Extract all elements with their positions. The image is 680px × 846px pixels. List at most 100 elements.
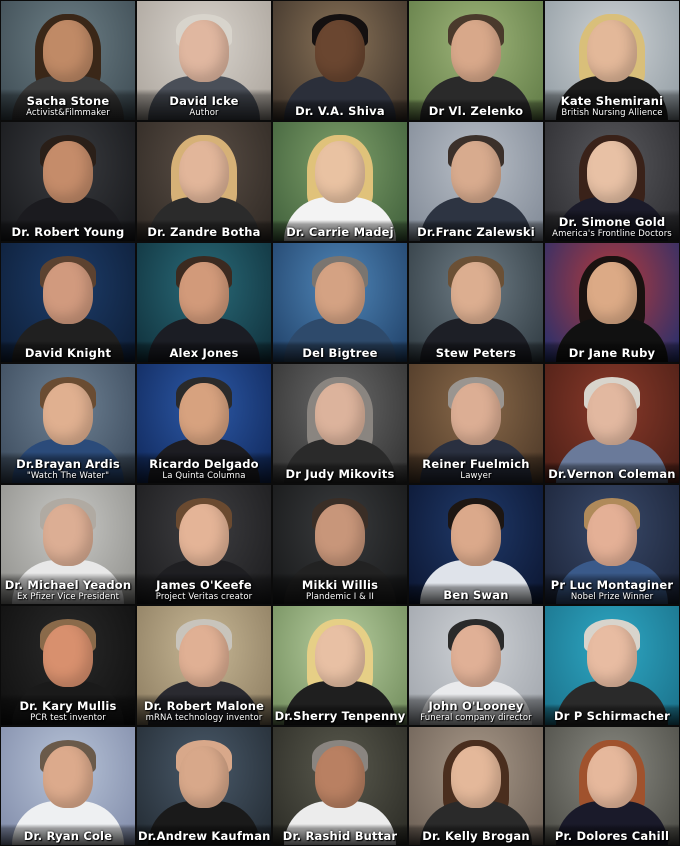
name-caption: Alex Jones	[137, 341, 271, 362]
portrait-tile-dr-kelly-brogan: Dr. Kelly Brogan	[408, 726, 544, 846]
person-name: Dr. Michael Yeadon	[4, 578, 132, 592]
face-shape	[43, 625, 93, 688]
name-caption: Dr Judy Mikovits	[273, 462, 407, 483]
face-shape	[179, 625, 229, 688]
portrait-tile-dr-rashid-buttar: Dr. Rashid Buttar	[272, 726, 408, 846]
person-name: Dr. Simone Gold	[558, 215, 666, 229]
face-shape	[451, 20, 501, 83]
face-shape	[43, 20, 93, 83]
face-shape	[451, 141, 501, 204]
portrait-tile-david-icke: David Icke Author	[136, 0, 272, 121]
name-caption: Sacha Stone Activist&Filmmaker	[1, 89, 135, 120]
person-name: Sacha Stone	[26, 94, 110, 108]
name-caption: Dr. Robert Young	[1, 220, 135, 241]
person-name: Stew Peters	[435, 346, 517, 360]
person-title: Ex Pfizer Vice President	[16, 592, 120, 602]
portrait-tile-dr-zandre-botha: Dr. Zandre Botha	[136, 121, 272, 242]
portrait-tile-dr-robert-malone: Dr. Robert Malone mRNA technology invento…	[136, 605, 272, 726]
portrait-tile-dr-simone-gold: Dr. Simone Gold America's Frontline Docto…	[544, 121, 680, 242]
person-name: Dr. Kelly Brogan	[422, 829, 530, 843]
person-name: John O'Looney	[428, 699, 524, 713]
name-caption: Ricardo Delgado La Quinta Columna	[137, 452, 271, 483]
person-title: Plandemic I & II	[306, 592, 374, 602]
person-name: Dr P Schirmacher	[554, 709, 670, 723]
person-name: Mikki Willis	[301, 578, 379, 592]
person-name: Reiner Fuelmich	[422, 457, 530, 471]
face-shape	[451, 504, 501, 567]
portrait-tile-dr-brayan-ardis: Dr.Brayan Ardis "Watch The Water"	[0, 363, 136, 484]
name-caption: Pr. Dolores Cahill	[545, 824, 679, 845]
face-shape	[43, 383, 93, 446]
person-title: mRNA technology inventor	[145, 713, 263, 723]
name-caption: Dr. Robert Malone mRNA technology invento…	[137, 694, 271, 725]
face-shape	[315, 141, 365, 204]
face-shape	[179, 20, 229, 83]
portrait-tile-dr-judy-mikovits: Dr Judy Mikovits	[272, 363, 408, 484]
person-title: Funeral company director	[420, 713, 532, 723]
person-name: Alex Jones	[169, 346, 239, 360]
portrait-tile-david-knight: David Knight	[0, 242, 136, 363]
person-name: Kate Shemirani	[560, 94, 664, 108]
portrait-tile-dr-ryan-cole: Dr. Ryan Cole	[0, 726, 136, 846]
name-caption: David Knight	[1, 341, 135, 362]
name-caption: Dr. Kelly Brogan	[409, 824, 543, 845]
portrait-tile-dr-sherry-tenpenny: Dr.Sherry Tenpenny	[272, 605, 408, 726]
person-title: Lawyer	[460, 471, 492, 481]
person-name: Pr. Dolores Cahill	[554, 829, 670, 843]
face-shape	[179, 262, 229, 325]
name-caption: Dr P Schirmacher	[545, 704, 679, 725]
name-caption: David Icke Author	[137, 89, 271, 120]
name-caption: Dr.Sherry Tenpenny	[273, 704, 407, 725]
face-shape	[179, 504, 229, 567]
portrait-tile-james-o-keefe: James O'Keefe Project Veritas creator	[136, 484, 272, 605]
portrait-tile-dr-michael-yeadon: Dr. Michael Yeadon Ex Pfizer Vice Preside…	[0, 484, 136, 605]
portrait-tile-dr-p-schirmacher: Dr P Schirmacher	[544, 605, 680, 726]
person-title: La Quinta Columna	[162, 471, 246, 481]
face-shape	[451, 625, 501, 688]
person-title: Activist&Filmmaker	[26, 108, 110, 118]
face-shape	[587, 383, 637, 446]
name-caption: Mikki Willis Plandemic I & II	[273, 573, 407, 604]
person-title: PCR test inventor	[30, 713, 106, 723]
face-shape	[179, 383, 229, 446]
name-caption: Del Bigtree	[273, 341, 407, 362]
face-shape	[587, 141, 637, 204]
person-name: Dr.Sherry Tenpenny	[274, 709, 406, 723]
person-name: Dr Jane Ruby	[568, 346, 656, 360]
portrait-tile-sacha-stone: Sacha Stone Activist&Filmmaker	[0, 0, 136, 121]
name-caption: Dr. Carrie Madej	[273, 220, 407, 241]
face-shape	[451, 383, 501, 446]
person-name: Dr. V.A. Shiva	[295, 104, 385, 118]
name-caption: Reiner Fuelmich Lawyer	[409, 452, 543, 483]
portrait-tile-alex-jones: Alex Jones	[136, 242, 272, 363]
face-shape	[451, 262, 501, 325]
name-caption: Dr.Vernon Coleman	[545, 462, 679, 483]
person-title: Project Veritas creator	[155, 592, 253, 602]
person-name: Dr Vl. Zelenko	[428, 104, 524, 118]
portrait-tile-dr-robert-young: Dr. Robert Young	[0, 121, 136, 242]
portrait-tile-mikki-willis: Mikki Willis Plandemic I & II	[272, 484, 408, 605]
person-name: Dr. Robert Young	[11, 225, 125, 239]
person-name: David Knight	[24, 346, 112, 360]
name-caption: Kate Shemirani British Nursing Allience	[545, 89, 679, 120]
person-name: Pr Luc Montaginer	[550, 578, 674, 592]
name-caption: James O'Keefe Project Veritas creator	[137, 573, 271, 604]
face-shape	[451, 745, 501, 808]
name-caption: Dr. Kary Mullis PCR test inventor	[1, 694, 135, 725]
name-caption: Dr. Rashid Buttar	[273, 824, 407, 845]
portrait-tile-del-bigtree: Del Bigtree	[272, 242, 408, 363]
portrait-tile-pr-dolores-cahill: Pr. Dolores Cahill	[544, 726, 680, 846]
face-shape	[315, 625, 365, 688]
name-caption: Dr.Andrew Kaufman	[137, 824, 271, 845]
portrait-tile-dr-kary-mullis: Dr. Kary Mullis PCR test inventor	[0, 605, 136, 726]
face-shape	[587, 262, 637, 325]
portrait-tile-dr-andrew-kaufman: Dr.Andrew Kaufman	[136, 726, 272, 846]
name-caption: Dr Jane Ruby	[545, 341, 679, 362]
face-shape	[315, 262, 365, 325]
person-name: Dr. Carrie Madej	[286, 225, 394, 239]
face-shape	[587, 745, 637, 808]
face-shape	[587, 504, 637, 567]
name-caption: John O'Looney Funeral company director	[409, 694, 543, 725]
person-title: "Watch The Water"	[26, 471, 110, 481]
face-shape	[587, 20, 637, 83]
